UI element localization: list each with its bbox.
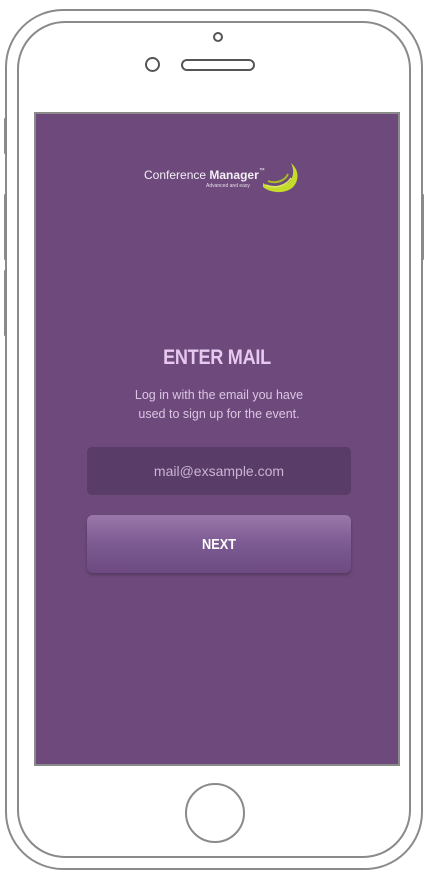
volume-down-button [4, 270, 7, 336]
earpiece-speaker [181, 59, 255, 71]
logo-tagline: Advanced and easy [206, 183, 250, 189]
subtitle-line: used to sign up for the event. [138, 407, 300, 421]
page-title: ENTER MAIL [163, 346, 271, 369]
email-placeholder: mail@exsample.com [153, 463, 285, 479]
next-button[interactable]: NEXT [87, 515, 351, 573]
mute-switch [4, 118, 7, 154]
sensor-dot [213, 32, 223, 42]
app-logo: Conference Manager™ Advanced and easy [144, 161, 304, 197]
logo-swoosh-icon [263, 163, 298, 193]
volume-up-button [4, 194, 7, 260]
power-button [421, 194, 424, 260]
next-button-label: NEXT [201, 535, 236, 553]
logo-text: Conference Manager™ [144, 168, 265, 182]
subtitle-line: Log in with the email you have [134, 388, 304, 402]
home-button[interactable] [185, 783, 245, 843]
front-camera [145, 57, 160, 72]
page-subtitle: Log in with the email you have used to s… [96, 386, 342, 424]
app-screen: Conference Manager™ Advanced and easy EN… [34, 112, 400, 766]
email-input[interactable]: mail@exsample.com [87, 447, 351, 495]
